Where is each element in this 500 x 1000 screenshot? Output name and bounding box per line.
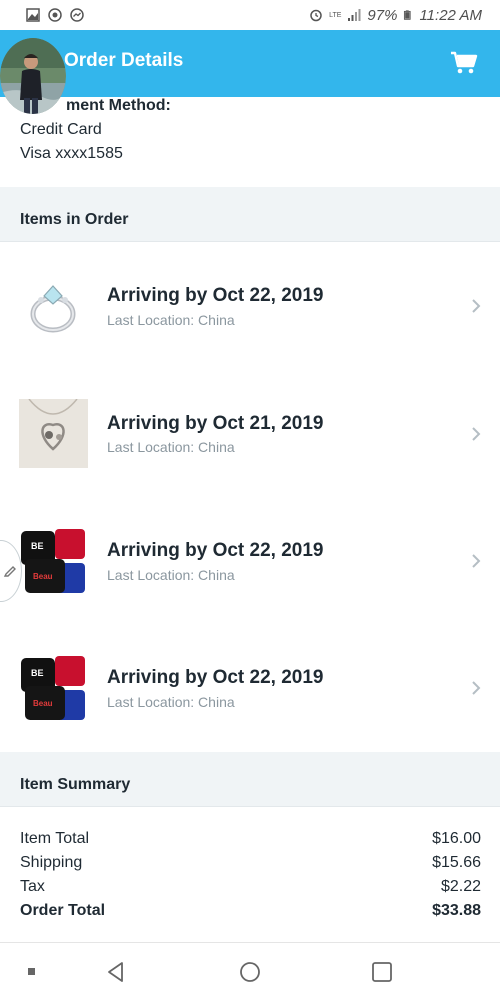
item-last-location: Last Location: China bbox=[107, 567, 235, 583]
network-type: LTE bbox=[329, 11, 342, 19]
order-item[interactable]: Arriving by Oct 21, 2019 Last Location: … bbox=[0, 370, 500, 497]
item-last-location: Last Location: China bbox=[107, 694, 235, 710]
order-total-row: Order Total $33.88 bbox=[20, 902, 481, 920]
cart-icon[interactable] bbox=[450, 50, 478, 76]
tax-value: $2.22 bbox=[440, 878, 481, 895]
item-arrival-date: Arriving by Oct 21, 2019 bbox=[107, 413, 324, 434]
chevron-right-icon bbox=[472, 681, 481, 695]
page-title: Order Details bbox=[64, 50, 184, 71]
battery-percent: 97% bbox=[367, 6, 398, 24]
pencil-icon bbox=[3, 566, 16, 577]
chevron-right-icon bbox=[472, 554, 481, 568]
payment-card-number: Visa xxxx1585 bbox=[20, 145, 123, 162]
svg-text:Beau: Beau bbox=[33, 699, 53, 708]
status-bar: LTE 97% 11:22 AM bbox=[0, 0, 500, 30]
item-total-value: $16.00 bbox=[432, 830, 481, 847]
gallery-icon bbox=[26, 8, 40, 22]
shipping-label: Shipping bbox=[20, 854, 83, 871]
svg-text:BE: BE bbox=[31, 541, 44, 551]
chevron-right-icon bbox=[472, 299, 481, 313]
order-item[interactable]: BE Beau Arriving by Oct 22, 2019 Last Lo… bbox=[0, 624, 500, 751]
item-total-label: Item Total bbox=[20, 830, 90, 847]
messenger-icon bbox=[70, 8, 84, 22]
signal-icon bbox=[348, 9, 361, 21]
chevron-right-icon bbox=[472, 427, 481, 441]
item-total-row: Item Total $16.00 bbox=[20, 830, 481, 848]
avatar[interactable] bbox=[0, 38, 66, 114]
system-nav-bar bbox=[0, 942, 500, 1000]
shipping-value: $15.66 bbox=[432, 854, 481, 871]
status-left bbox=[26, 8, 84, 22]
hoodies-image: BE Beau bbox=[19, 527, 88, 596]
payment-method-type: Credit Card bbox=[20, 121, 102, 138]
status-right: LTE 97% 11:22 AM bbox=[309, 7, 482, 24]
necklace-image bbox=[19, 399, 88, 468]
payment-method-label: ment Method: bbox=[66, 97, 171, 114]
order-total-label: Order Total bbox=[20, 902, 106, 919]
battery-icon bbox=[404, 10, 412, 20]
svg-text:BE: BE bbox=[31, 668, 44, 678]
order-total-value: $33.88 bbox=[432, 902, 481, 919]
items-section-title: Items in Order bbox=[20, 211, 129, 228]
app-header: Order Details bbox=[0, 30, 500, 97]
order-item[interactable]: BE Beau Arriving by Oct 22, 2019 Last Lo… bbox=[0, 497, 500, 624]
shipping-row: Shipping $15.66 bbox=[20, 854, 481, 872]
back-icon[interactable] bbox=[104, 960, 128, 984]
item-arrival-date: Arriving by Oct 22, 2019 bbox=[107, 285, 324, 306]
svg-text:Beau: Beau bbox=[33, 572, 53, 581]
item-last-location: Last Location: China bbox=[107, 439, 235, 455]
order-item[interactable]: Arriving by Oct 22, 2019 Last Location: … bbox=[0, 242, 500, 369]
chrome-icon bbox=[48, 8, 62, 22]
summary-section-title: Item Summary bbox=[20, 776, 131, 793]
hoodies-image: BE Beau bbox=[19, 654, 88, 723]
alarm-icon bbox=[310, 9, 322, 22]
item-last-location: Last Location: China bbox=[107, 312, 235, 328]
item-arrival-date: Arriving by Oct 22, 2019 bbox=[107, 667, 324, 688]
summary-section-header: Item Summary bbox=[0, 752, 500, 807]
item-arrival-date: Arriving by Oct 22, 2019 bbox=[107, 540, 324, 561]
ring-image bbox=[19, 272, 88, 341]
overview-icon[interactable] bbox=[370, 960, 394, 984]
recent-dot-icon[interactable] bbox=[20, 960, 44, 984]
home-icon[interactable] bbox=[238, 960, 262, 984]
items-section-header: Items in Order bbox=[0, 187, 500, 242]
tax-row: Tax $2.22 bbox=[20, 878, 481, 896]
status-time: 11:22 AM bbox=[419, 6, 482, 24]
payment-section: ment Method: Credit Card Visa xxxx1585 bbox=[0, 97, 500, 186]
tax-label: Tax bbox=[20, 878, 45, 895]
